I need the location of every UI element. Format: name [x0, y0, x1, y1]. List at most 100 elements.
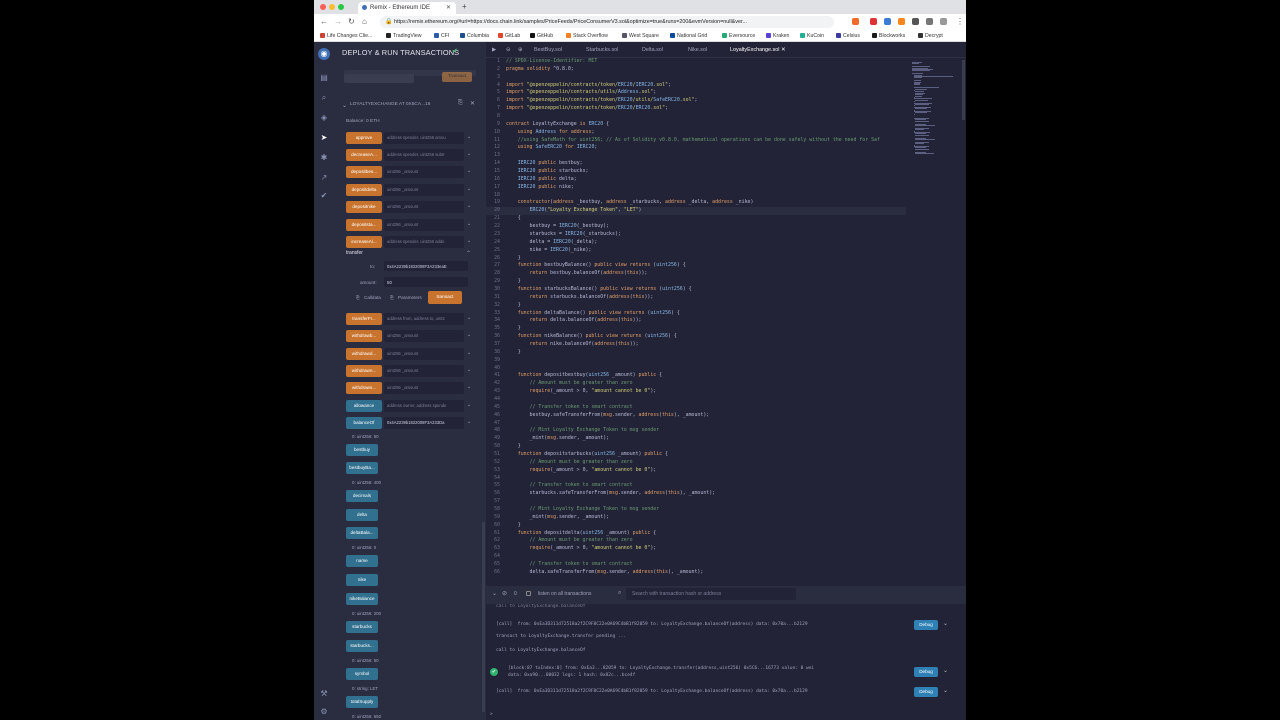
code-line[interactable]: 58 // Mint Loyalty Exchange Token to msg… — [486, 506, 906, 514]
increase-allowance-input[interactable]: address spender, uint256 adde — [384, 236, 464, 248]
withdraw-bestbuy-input[interactable]: uint256 _amount — [384, 330, 464, 342]
bookmark-item[interactable]: National Grid — [670, 33, 707, 39]
deploy-run-icon[interactable]: ➤ — [318, 132, 330, 144]
allowance-button[interactable]: allowance — [346, 400, 382, 412]
code-line[interactable]: 17 IERC20 public nike; — [486, 184, 906, 192]
tab-delta[interactable]: Delta.sol — [642, 47, 663, 53]
deposit-starbucks-button[interactable]: depositsta... — [346, 219, 382, 231]
menu-icon[interactable]: ⋮ — [956, 17, 964, 26]
code-line[interactable]: 55 // Transfer token to smart contract — [486, 482, 906, 490]
deposit-nike-input[interactable]: uint256 _amount — [384, 201, 464, 213]
code-line[interactable]: 39 — [486, 357, 906, 365]
code-line[interactable]: 51 function depositstarbucks(uint256 _am… — [486, 451, 906, 459]
code-line[interactable]: 50 } — [486, 443, 906, 451]
code-line[interactable]: 35 } — [486, 325, 906, 333]
code-line[interactable]: 7 import "@openzeppelin/contracts/token/E… — [486, 105, 906, 113]
parameters-button[interactable]: Parameters — [398, 295, 422, 300]
home-icon[interactable]: ⌂ — [362, 17, 367, 26]
solidity-compiler-icon[interactable]: ◈ — [318, 112, 330, 124]
reload-icon[interactable]: ↻ — [348, 17, 355, 26]
sidebar-icon[interactable] — [926, 18, 933, 25]
code-line[interactable]: 3 — [486, 74, 906, 82]
bookmark-item[interactable]: Celsius — [836, 33, 860, 39]
code-line[interactable]: 4 import "@openzeppelin/contracts/token/E… — [486, 82, 906, 90]
code-line[interactable]: 57 — [486, 498, 906, 506]
approve-args-input[interactable]: address spender, uint256 amou — [384, 132, 464, 144]
starbucks-call-button[interactable]: starbucks — [346, 621, 378, 633]
code-editor[interactable]: 1// SPDX-License-Identifier: MIT 2 pragma … — [486, 58, 966, 586]
tab-nike[interactable]: Nike.sol — [688, 47, 707, 53]
bookmark-item[interactable]: Blockworks — [872, 33, 905, 39]
bookmark-item[interactable]: GitLab — [498, 33, 520, 39]
analytics-icon[interactable]: ↗ — [318, 172, 330, 184]
code-line[interactable]: 52 // Amount must be greater than zero — [486, 459, 906, 467]
terminal-search-input[interactable]: Search with transaction hash or address — [626, 588, 796, 600]
debugger-icon[interactable]: ✱ — [318, 152, 330, 164]
code-line[interactable]: 2 pragma solidity ^0.8.0; — [486, 66, 906, 74]
listen-checkbox[interactable] — [526, 591, 531, 596]
code-line[interactable]: 45 // Transfer token to smart contract — [486, 404, 906, 412]
code-line[interactable]: 23 starbucks = IERC20(_starbucks); — [486, 231, 906, 239]
code-line[interactable]: 8 — [486, 113, 906, 121]
close-window-icon[interactable] — [320, 4, 326, 10]
puzzle-icon[interactable] — [912, 18, 919, 25]
code-line[interactable]: 43 require(_amount > 0, "amount cannot b… — [486, 388, 906, 396]
code-line[interactable]: 40 — [486, 365, 906, 373]
file-explorer-icon[interactable]: ▤ — [318, 72, 330, 84]
code-line[interactable]: 61 function depositdelta(uint256 _amount… — [486, 530, 906, 538]
forward-icon[interactable]: → — [334, 17, 342, 26]
code-line[interactable]: 24 delta = IERC20(_delta); — [486, 239, 906, 247]
zoom-window-icon[interactable] — [338, 4, 344, 10]
close-tab-icon[interactable]: ✕ — [446, 4, 451, 11]
transfer-from-input[interactable]: address from, address to, uint2 — [384, 313, 464, 325]
expand-log-icon[interactable]: ⌄ — [943, 687, 948, 694]
bookmark-item[interactable]: Decrypt — [918, 33, 943, 39]
copy-calldata-icon[interactable]: ⎘ — [356, 295, 360, 300]
decimals-call-button[interactable]: decimals — [346, 490, 378, 502]
transfer-from-button[interactable]: transferFr... — [346, 313, 382, 325]
zoom-out-icon[interactable]: ⊖ — [506, 47, 511, 53]
code-line[interactable]: 41 function depositbestbuy(uint256 _amou… — [486, 372, 906, 380]
code-line[interactable]: 47 — [486, 420, 906, 428]
code-line[interactable]: 15 IERC20 public starbucks; — [486, 168, 906, 176]
back-icon[interactable]: ← — [320, 17, 328, 26]
total-supply-call-button[interactable]: totalSupply — [346, 696, 378, 708]
debug-button[interactable]: Debug — [914, 687, 938, 697]
code-line[interactable]: 13 — [486, 152, 906, 160]
bookmark-item[interactable]: Kraken — [766, 33, 789, 39]
extension-icon[interactable] — [870, 18, 877, 25]
bookmark-item[interactable]: GitHub — [530, 33, 553, 39]
withdraw-delta-input[interactable]: uint256 _amount — [384, 348, 464, 360]
code-line[interactable]: 6 import "@openzeppelin/contracts/token/E… — [486, 97, 906, 105]
chevron-down-icon[interactable]: ⌄ — [467, 419, 471, 425]
browser-tab-remix[interactable]: Remix - Ethereum IDE ✕ — [358, 2, 456, 14]
withdraw-starbucks-input[interactable]: uint256 _amount — [384, 382, 464, 394]
code-line[interactable]: 65 // Transfer token to smart contract — [486, 561, 906, 569]
copy-icon[interactable]: ⎘ — [458, 100, 463, 107]
bookmark-item[interactable]: KuCoin — [800, 33, 824, 39]
code-line[interactable]: 44 — [486, 396, 906, 404]
code-line[interactable]: 14 IERC20 public bestbuy; — [486, 160, 906, 168]
chevron-down-icon[interactable]: ⌄ — [467, 402, 471, 408]
chevron-down-icon[interactable]: ⌄ — [467, 315, 471, 321]
bookmark-item[interactable]: TradingView — [386, 33, 422, 39]
code-line[interactable]: 19 constructor(address _bestbuy, address… — [486, 199, 906, 207]
close-instance-icon[interactable]: ✕ — [470, 100, 475, 107]
tab-loyaltyexchange[interactable]: LoyaltyExchange.sol ✕ — [730, 47, 785, 53]
minimap[interactable] — [910, 58, 960, 178]
code-line[interactable]: 63 require(_amount > 0, "amount cannot b… — [486, 545, 906, 553]
code-line[interactable]: 59 _mint(msg.sender, _amount); — [486, 514, 906, 522]
nike-balance-call-button[interactable]: nikeBalance — [346, 593, 378, 605]
chevron-down-icon[interactable]: ⌄ — [467, 367, 471, 373]
code-line[interactable]: 30 function starbucksBalance() public vi… — [486, 286, 906, 294]
decrease-allowance-button[interactable]: decreaseA... — [346, 149, 382, 161]
code-line[interactable]: 36 function nikeBalance() public view re… — [486, 333, 906, 341]
chevron-up-icon[interactable]: ⌃ — [466, 250, 471, 257]
withdraw-starbucks-button[interactable]: withdraws... — [346, 382, 382, 394]
code-line[interactable]: 38 } — [486, 349, 906, 357]
gear-icon[interactable]: ⚙ — [318, 706, 330, 718]
panel-scrollbar[interactable] — [482, 522, 485, 712]
minimize-window-icon[interactable] — [329, 4, 335, 10]
code-line[interactable]: 18 — [486, 192, 906, 200]
code-line[interactable]: 46 bestbuy.safeTransferFrom(msg.sender, … — [486, 412, 906, 420]
